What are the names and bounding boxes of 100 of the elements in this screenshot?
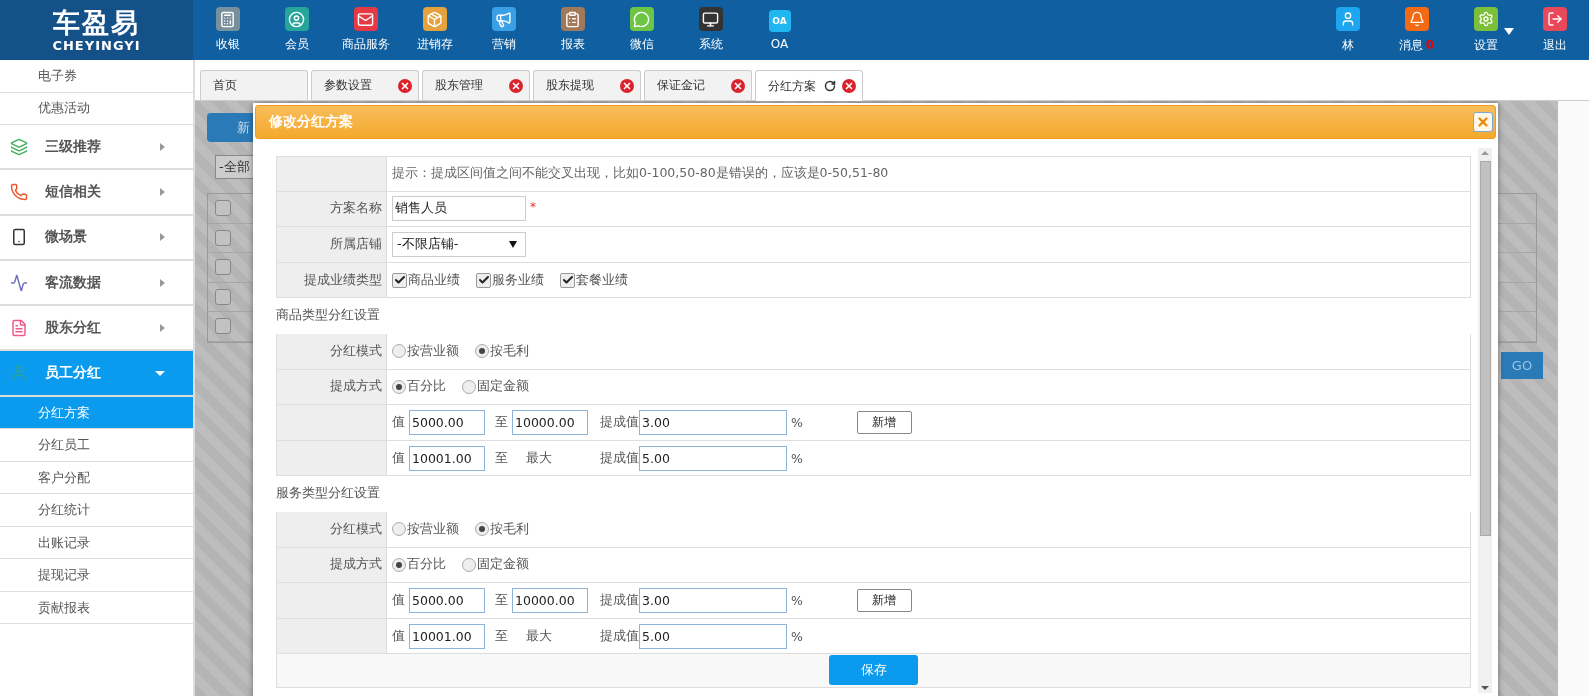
field-label: 值 [392, 413, 405, 431]
scrollbar[interactable] [1478, 148, 1492, 693]
value-input[interactable]: 10001.00 [409, 623, 485, 649]
layers-icon [10, 137, 28, 156]
radio-button[interactable] [392, 344, 406, 359]
add-button[interactable]: 新增 [856, 588, 912, 612]
tab[interactable]: 保证金记 [644, 70, 752, 100]
field-label: 至 [495, 413, 508, 431]
required-mark: * [530, 199, 536, 214]
radio-option[interactable]: 按毛利 [475, 342, 529, 360]
section-title: 商品类型分红设置 [276, 306, 380, 325]
add-button[interactable]: 新增 [856, 410, 912, 434]
user-menu-item[interactable]: 设置 [1451, 0, 1520, 60]
checkbox-option[interactable]: 服务业绩 [476, 271, 544, 289]
value-input[interactable]: 10000.00 [512, 587, 588, 613]
radio-option[interactable]: 按营业额 [392, 342, 459, 360]
field-label: 值 [392, 627, 405, 645]
chat-icon [629, 7, 654, 31]
nav-item[interactable]: 商品服务 [331, 0, 400, 60]
unit-text: % [791, 414, 803, 430]
tab[interactable]: 参数设置 [311, 70, 419, 100]
caret-icon [160, 187, 165, 196]
radio-button[interactable] [475, 522, 489, 537]
tab[interactable]: 股东提现 [533, 70, 641, 100]
radio-button[interactable] [475, 344, 489, 359]
close-icon[interactable] [509, 78, 523, 93]
nav-item[interactable]: 收银 [193, 0, 262, 60]
tab[interactable]: 首页 [200, 70, 308, 100]
value-input[interactable]: 5000.00 [409, 587, 485, 613]
user-menu-item[interactable]: 退出 [1520, 0, 1589, 60]
hint-text: 提示：提成区间值之间不能交叉出现，比如0-100,50-80是错误的，应该是0-50,51-80 [392, 165, 889, 183]
close-icon[interactable] [731, 78, 745, 93]
rate-input[interactable]: 3.00 [639, 409, 787, 435]
checkbox[interactable] [476, 272, 491, 288]
radio-option[interactable]: 百分比 [392, 556, 446, 574]
radio-option[interactable]: 按毛利 [475, 520, 529, 538]
value-input[interactable]: 10000.00 [512, 409, 588, 435]
nav-item[interactable]: 报表 [538, 0, 607, 60]
value-input[interactable]: 5000.00 [409, 409, 485, 435]
checkbox[interactable] [392, 272, 407, 288]
field-label: 提成值 [600, 627, 639, 645]
nav-item[interactable]: OA OA [745, 0, 814, 60]
nav-item[interactable]: 营销 [469, 0, 538, 60]
radio-button[interactable] [392, 379, 406, 394]
checkbox-option[interactable]: 套餐业绩 [560, 271, 628, 289]
checkbox-option[interactable]: 商品业绩 [392, 271, 460, 289]
value-input[interactable]: 10001.00 [409, 445, 485, 471]
caret-icon[interactable] [1504, 28, 1514, 35]
logo: 车盈易 CHEYINGYI [0, 0, 193, 60]
nav-item[interactable]: 系统 [676, 0, 745, 60]
checkbox[interactable] [215, 288, 231, 305]
person-icon [10, 364, 28, 383]
checkbox[interactable] [560, 272, 575, 288]
rate-input[interactable]: 5.00 [639, 445, 787, 471]
checkbox[interactable] [215, 318, 231, 335]
radio-button[interactable] [462, 557, 476, 572]
checkbox[interactable] [215, 229, 231, 246]
field-label: 提成方式 [277, 547, 387, 583]
radio-option[interactable]: 按营业额 [392, 520, 459, 538]
user-menu-item[interactable]: 林 [1313, 0, 1382, 60]
radio-button[interactable] [462, 379, 476, 394]
field-label: 方案名称 [277, 191, 387, 227]
field-label: 值 [392, 591, 405, 609]
unit-text: % [791, 592, 803, 608]
close-icon[interactable] [398, 78, 412, 93]
caret-icon [155, 370, 165, 376]
checkbox[interactable] [215, 259, 231, 276]
field-label: 分红模式 [277, 333, 387, 369]
rate-input[interactable]: 5.00 [639, 623, 787, 649]
settings-icon [1473, 6, 1498, 31]
checkbox[interactable] [215, 200, 231, 217]
nav-item[interactable]: 微信 [607, 0, 676, 60]
tab[interactable]: 股东管理 [422, 70, 530, 100]
close-icon[interactable] [842, 79, 856, 93]
app-icon: OA [768, 9, 791, 32]
monitor-icon [698, 7, 723, 31]
smartphone-icon [10, 228, 28, 247]
clipboard-icon [560, 7, 585, 31]
page-scrollbar[interactable] [1557, 101, 1589, 696]
unit-text: % [791, 628, 803, 644]
calculator-icon [215, 7, 240, 31]
rate-input[interactable]: 3.00 [639, 587, 787, 613]
filter-select[interactable]: -全部 [215, 155, 255, 179]
close-icon[interactable] [620, 78, 634, 93]
max-text: 最大 [526, 627, 553, 645]
caret-icon [160, 278, 165, 287]
radio-option[interactable]: 百分比 [392, 378, 446, 396]
name-input[interactable]: 销售人员 [392, 196, 526, 222]
caret-icon [160, 142, 165, 151]
nav-item[interactable]: 会员 [262, 0, 331, 60]
radio-option[interactable]: 固定金额 [462, 378, 529, 396]
radio-button[interactable] [392, 557, 406, 572]
radio-button[interactable] [392, 522, 406, 537]
field-label: 提成方式 [277, 369, 387, 405]
user-menu-item[interactable]: 消息 0 [1382, 0, 1451, 60]
radio-option[interactable]: 固定金额 [462, 556, 529, 574]
shop-select[interactable]: -不限店铺- [392, 232, 526, 257]
refresh-icon[interactable] [824, 80, 836, 92]
nav-item[interactable]: 进销存 [400, 0, 469, 60]
tab[interactable]: 分红方案 [755, 70, 863, 101]
